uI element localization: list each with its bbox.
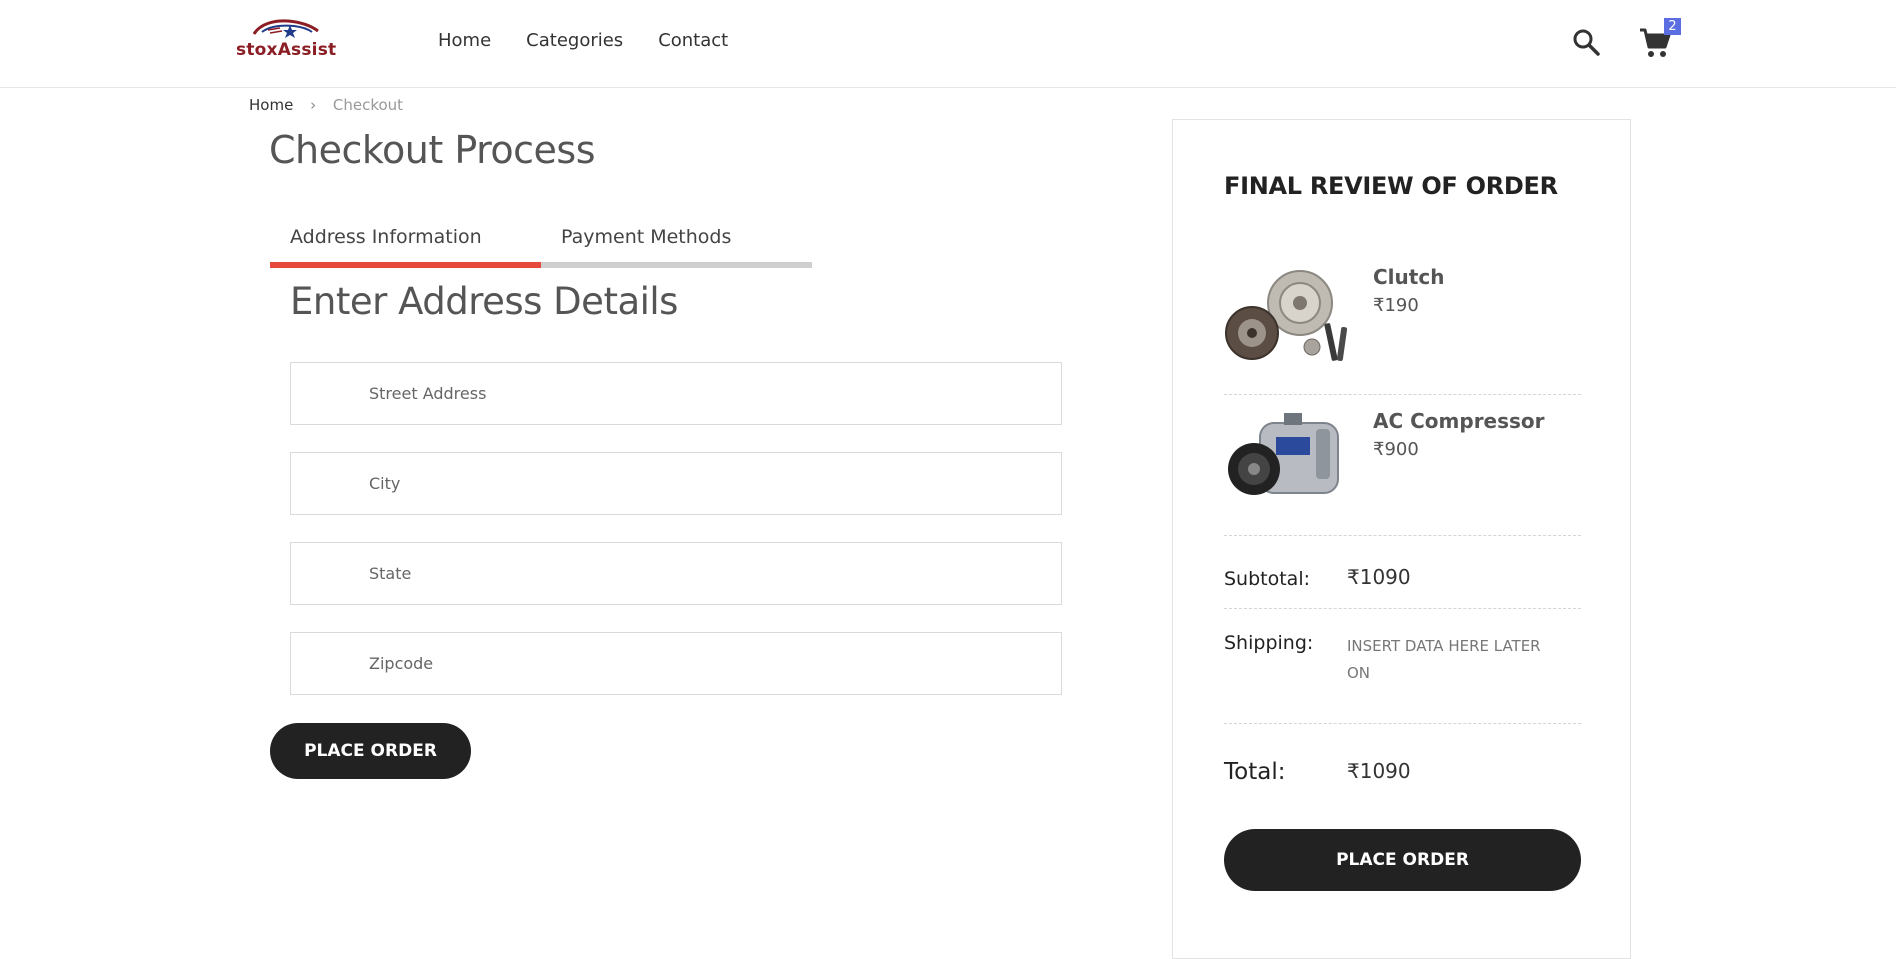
cart-count-badge: 2 bbox=[1664, 18, 1681, 35]
place-order-button[interactable]: PLACE ORDER bbox=[270, 723, 471, 779]
nav-categories[interactable]: Categories bbox=[526, 30, 623, 51]
breadcrumb-separator: › bbox=[310, 96, 317, 114]
city-input[interactable] bbox=[291, 453, 1061, 514]
shipping-label: Shipping: bbox=[1224, 632, 1314, 654]
subtotal-value: ₹1090 bbox=[1347, 565, 1411, 589]
breadcrumb: Home › Checkout bbox=[249, 96, 403, 114]
tab-address-information[interactable]: Address Information bbox=[270, 222, 541, 268]
page-title: Checkout Process bbox=[269, 128, 596, 172]
order-summary-panel: FINAL REVIEW OF ORDER Clutch ₹190 AC Com… bbox=[1172, 119, 1631, 959]
state-field bbox=[290, 542, 1062, 605]
tab-label: Address Information bbox=[290, 226, 482, 248]
street-address-field bbox=[290, 362, 1062, 425]
nav-contact[interactable]: Contact bbox=[658, 30, 728, 51]
total-value: ₹1090 bbox=[1347, 759, 1411, 783]
nav-home[interactable]: Home bbox=[438, 30, 491, 51]
breadcrumb-home[interactable]: Home bbox=[249, 96, 293, 114]
shipping-value: INSERT DATA HERE LATER ON bbox=[1347, 637, 1541, 682]
search-icon[interactable] bbox=[1572, 28, 1600, 56]
summary-item: Clutch ₹190 bbox=[1224, 263, 1581, 383]
main-nav: Home Categories Contact bbox=[438, 30, 763, 51]
tab-label: Payment Methods bbox=[561, 226, 732, 248]
brand-name: stoxAssist bbox=[236, 40, 337, 60]
breadcrumb-current: Checkout bbox=[332, 96, 404, 114]
item-name: Clutch bbox=[1373, 265, 1445, 289]
divider bbox=[1224, 608, 1581, 609]
brand-logo[interactable]: stoxAssist bbox=[236, 16, 336, 64]
divider bbox=[1224, 723, 1581, 724]
summary-place-order-button[interactable]: PLACE ORDER bbox=[1224, 829, 1581, 891]
item-name: AC Compressor bbox=[1373, 409, 1545, 433]
clutch-image bbox=[1224, 263, 1352, 367]
city-field bbox=[290, 452, 1062, 515]
item-price: ₹190 bbox=[1373, 295, 1419, 316]
ac-compressor-image bbox=[1224, 407, 1352, 511]
street-address-input[interactable] bbox=[291, 363, 1061, 424]
item-price: ₹900 bbox=[1373, 439, 1419, 460]
zipcode-field bbox=[290, 632, 1062, 695]
divider bbox=[1224, 394, 1581, 395]
divider bbox=[1224, 535, 1581, 536]
section-title: Enter Address Details bbox=[290, 280, 678, 323]
tab-payment-methods[interactable]: Payment Methods bbox=[541, 222, 812, 268]
summary-item: AC Compressor ₹900 bbox=[1224, 407, 1581, 527]
state-input[interactable] bbox=[291, 543, 1061, 604]
zipcode-input[interactable] bbox=[291, 633, 1061, 694]
site-header: stoxAssist Home Categories Contact 2 bbox=[0, 0, 1896, 88]
car-logo-icon bbox=[252, 19, 319, 38]
summary-title: FINAL REVIEW OF ORDER bbox=[1224, 172, 1558, 200]
checkout-tabs: Address Information Payment Methods bbox=[270, 222, 812, 268]
total-label: Total: bbox=[1224, 759, 1286, 785]
subtotal-label: Subtotal: bbox=[1224, 568, 1311, 590]
